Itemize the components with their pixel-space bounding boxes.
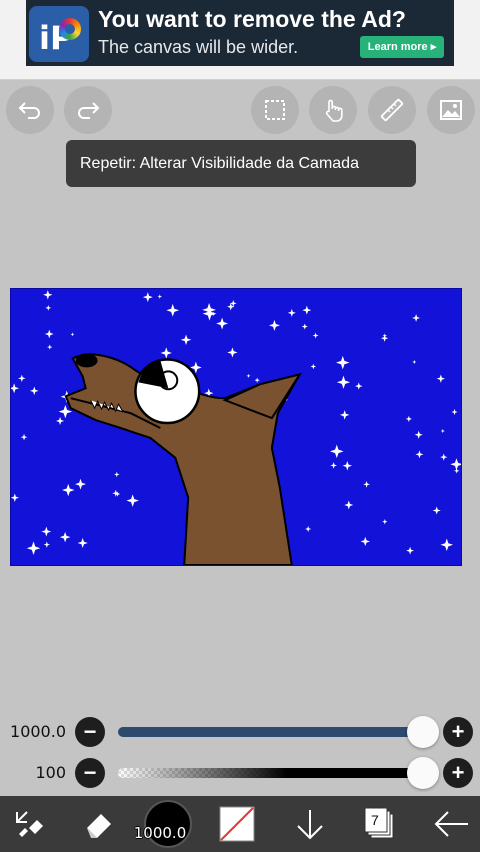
secondary-color-icon <box>219 806 255 842</box>
size-decrease-button[interactable]: − <box>75 717 105 747</box>
ad-banner-area: iP You want to remove the Ad? The canvas… <box>0 0 480 80</box>
bottom-toolbar: 7 <box>0 796 480 852</box>
hand-icon <box>325 99 343 122</box>
selection-button[interactable] <box>251 86 299 134</box>
ad-subtitle: The canvas will be wider. <box>98 37 299 57</box>
drawing-canvas[interactable] <box>10 288 462 566</box>
redo-icon <box>78 102 100 119</box>
back-arrow-icon <box>434 811 468 837</box>
opacity-slider-track[interactable] <box>118 768 424 778</box>
transform-icon <box>16 811 43 837</box>
selection-icon <box>265 100 285 120</box>
image-icon <box>440 100 462 120</box>
layers-button[interactable]: 7 <box>356 796 402 852</box>
transform-button[interactable] <box>6 796 52 852</box>
size-slider-thumb[interactable] <box>407 716 439 748</box>
ruler-icon <box>380 98 404 122</box>
ruler-button[interactable] <box>368 86 416 134</box>
toast-message: Repetir: Alterar Visibilidade da Camada <box>66 140 416 187</box>
size-increase-button[interactable]: + <box>443 717 473 747</box>
image-button[interactable] <box>427 86 475 134</box>
opacity-slider-thumb[interactable] <box>407 757 439 789</box>
opacity-value: 100 <box>35 763 66 782</box>
layer-count: 7 <box>371 812 379 828</box>
size-slider-track[interactable] <box>118 727 424 737</box>
ad-banner[interactable]: iP You want to remove the Ad? The canvas… <box>26 0 454 66</box>
opacity-increase-button[interactable]: + <box>443 758 473 788</box>
redo-button[interactable] <box>64 86 112 134</box>
brush-size-slider-row: 1000.0 − + <box>0 714 480 750</box>
move-down-icon <box>297 810 323 840</box>
undo-button[interactable] <box>6 86 54 134</box>
layers-icon <box>364 807 394 839</box>
artwork <box>11 289 461 565</box>
eraser-button[interactable] <box>76 796 122 852</box>
back-button[interactable] <box>428 796 474 852</box>
color-wheel-icon <box>59 18 81 40</box>
opacity-decrease-button[interactable]: − <box>75 758 105 788</box>
brush-size-value: 1000.0 <box>10 722 66 741</box>
eraser-icon <box>87 814 111 838</box>
ad-title: You want to remove the Ad? <box>98 6 406 32</box>
learn-more-button[interactable]: Learn more ▸ <box>360 36 444 58</box>
secondary-color-button[interactable] <box>212 796 262 852</box>
hand-tool-button[interactable] <box>309 86 357 134</box>
opacity-slider-row: 100 − + <box>0 755 480 791</box>
undo-icon <box>18 102 40 119</box>
brush-size-label: 1000.0 <box>133 824 187 842</box>
ibispaint-logo: iP <box>29 6 89 62</box>
move-down-button[interactable] <box>288 796 332 852</box>
